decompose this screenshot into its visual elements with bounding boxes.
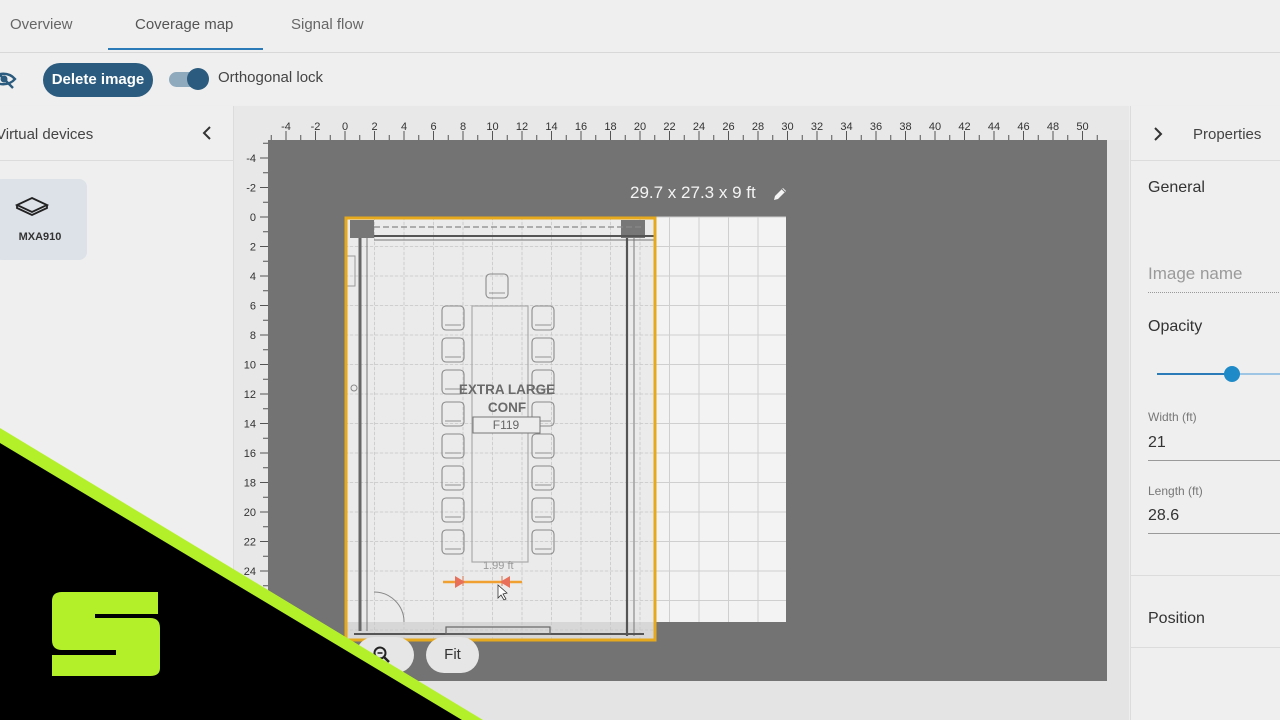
general-section-heading: General	[1148, 179, 1205, 196]
tab-bar: Overview Coverage map Signal flow	[0, 0, 1280, 53]
coverage-map-canvas[interactable]: -4 -2 0 2 4 6 8 10 12 14 16 18 20 22 24 26 28 30 32 34 36 38 4…	[234, 106, 1129, 720]
opacity-slider[interactable]	[1157, 364, 1280, 384]
orthogonal-lock-label: Orthogonal lock	[218, 69, 324, 86]
slider-thumb[interactable]	[1224, 366, 1240, 382]
ruler-label: 20	[244, 507, 256, 519]
ruler-label: 14	[244, 419, 256, 431]
ruler-label: 4	[250, 271, 256, 283]
width-underline	[1148, 460, 1280, 461]
ruler-label: 38	[899, 121, 911, 133]
ruler-label: 10	[244, 360, 256, 372]
panel-divider	[1131, 160, 1280, 161]
ruler-label: 2	[250, 242, 256, 254]
panel-divider	[0, 160, 233, 161]
opacity-label: Opacity	[1148, 318, 1203, 335]
ruler-label: -2	[311, 121, 321, 133]
tab-signal-flow[interactable]: Signal flow	[281, 0, 374, 50]
ruler-label: 18	[244, 478, 256, 490]
ruler-label: 40	[929, 121, 941, 133]
ruler-label: 50	[1076, 121, 1088, 133]
ruler-label: 44	[988, 121, 1000, 133]
ruler-label: 26	[722, 121, 734, 133]
width-field[interactable]: 21	[1148, 434, 1166, 452]
virtual-devices-panel: Virtual devices MXA910	[0, 106, 234, 720]
ruler-label: 2	[371, 121, 377, 133]
room-name-line1: EXTRA LARGE	[459, 382, 555, 397]
position-section-heading[interactable]: Position	[1148, 610, 1205, 628]
ruler-label: 46	[1017, 121, 1029, 133]
tab-overview[interactable]: Overview	[0, 0, 83, 50]
ruler-label: 12	[516, 121, 528, 133]
image-name-field[interactable]: Image name	[1148, 264, 1243, 284]
ruler-label: 18	[604, 121, 616, 133]
ruler-label: 16	[244, 448, 256, 460]
tab-coverage-map[interactable]: Coverage map	[125, 0, 243, 50]
orthogonal-lock-toggle[interactable]	[169, 68, 209, 90]
properties-panel: Properties General Image name Opacity Wi…	[1130, 106, 1280, 720]
ruler-label: 10	[486, 121, 498, 133]
slider-fill	[1157, 373, 1232, 375]
ruler-label: -2	[246, 183, 256, 195]
ruler-label: 12	[244, 389, 256, 401]
wall-corner	[350, 220, 374, 238]
ruler-label: 22	[244, 537, 256, 549]
ruler-label: 8	[250, 330, 256, 342]
toolbar: Delete image Orthogonal lock	[0, 53, 1280, 105]
ruler-label: 24	[693, 121, 705, 133]
zoom-icon	[373, 646, 390, 663]
delete-image-button[interactable]: Delete image	[43, 63, 153, 97]
ruler-label: 48	[1047, 121, 1059, 133]
floorplan-image[interactable]: EXTRA LARGE CONF F119 1.99 ft	[344, 216, 656, 641]
ruler-label: 28	[752, 121, 764, 133]
ruler-label: 6	[430, 121, 436, 133]
chevron-left-icon[interactable]	[200, 124, 214, 142]
chevron-right-icon[interactable]	[1151, 125, 1165, 143]
ruler-label: -4	[246, 153, 256, 165]
vertical-ruler	[234, 106, 268, 720]
measure-label: 1.99 ft	[483, 560, 514, 572]
panel-divider	[1131, 647, 1280, 648]
ruler-label: -4	[281, 121, 291, 133]
ruler-label: 22	[663, 121, 675, 133]
virtual-devices-title: Virtual devices	[0, 126, 94, 143]
length-underline	[1148, 533, 1280, 534]
ceiling-array-icon	[14, 197, 50, 216]
properties-title: Properties	[1193, 126, 1262, 143]
toggle-knob	[187, 68, 209, 90]
ruler-label: 42	[958, 121, 970, 133]
room-name-line2: CONF	[488, 400, 526, 415]
zoom-button[interactable]	[356, 637, 414, 673]
active-tab-indicator	[108, 48, 263, 50]
ruler-label: 30	[781, 121, 793, 133]
ruler-label: 24	[244, 566, 256, 578]
room-dimensions: 29.7 x 27.3 x 9 ft	[630, 183, 756, 202]
ruler-label: 20	[634, 121, 646, 133]
ruler-label: 8	[460, 121, 466, 133]
hide-image-icon[interactable]	[0, 67, 18, 91]
edit-pencil-icon[interactable]	[771, 185, 789, 203]
ruler-label: 16	[575, 121, 587, 133]
ruler-label: 34	[840, 121, 852, 133]
ruler-label: 14	[545, 121, 557, 133]
ruler-label: 36	[870, 121, 882, 133]
ruler-label: 0	[250, 212, 256, 224]
length-field[interactable]: 28.6	[1148, 507, 1179, 525]
device-card-mxa910[interactable]: MXA910	[0, 179, 87, 260]
ruler-label: 6	[250, 301, 256, 313]
image-name-underline	[1148, 292, 1280, 293]
length-label: Length (ft)	[1148, 484, 1203, 498]
width-label: Width (ft)	[1148, 410, 1197, 424]
fit-button[interactable]: Fit	[426, 637, 479, 673]
room-number: F119	[493, 418, 520, 432]
ruler-label: 0	[342, 121, 348, 133]
device-name: MXA910	[18, 231, 62, 243]
panel-divider	[1131, 575, 1280, 576]
ruler-label: 32	[811, 121, 823, 133]
ruler-label: 4	[401, 121, 407, 133]
